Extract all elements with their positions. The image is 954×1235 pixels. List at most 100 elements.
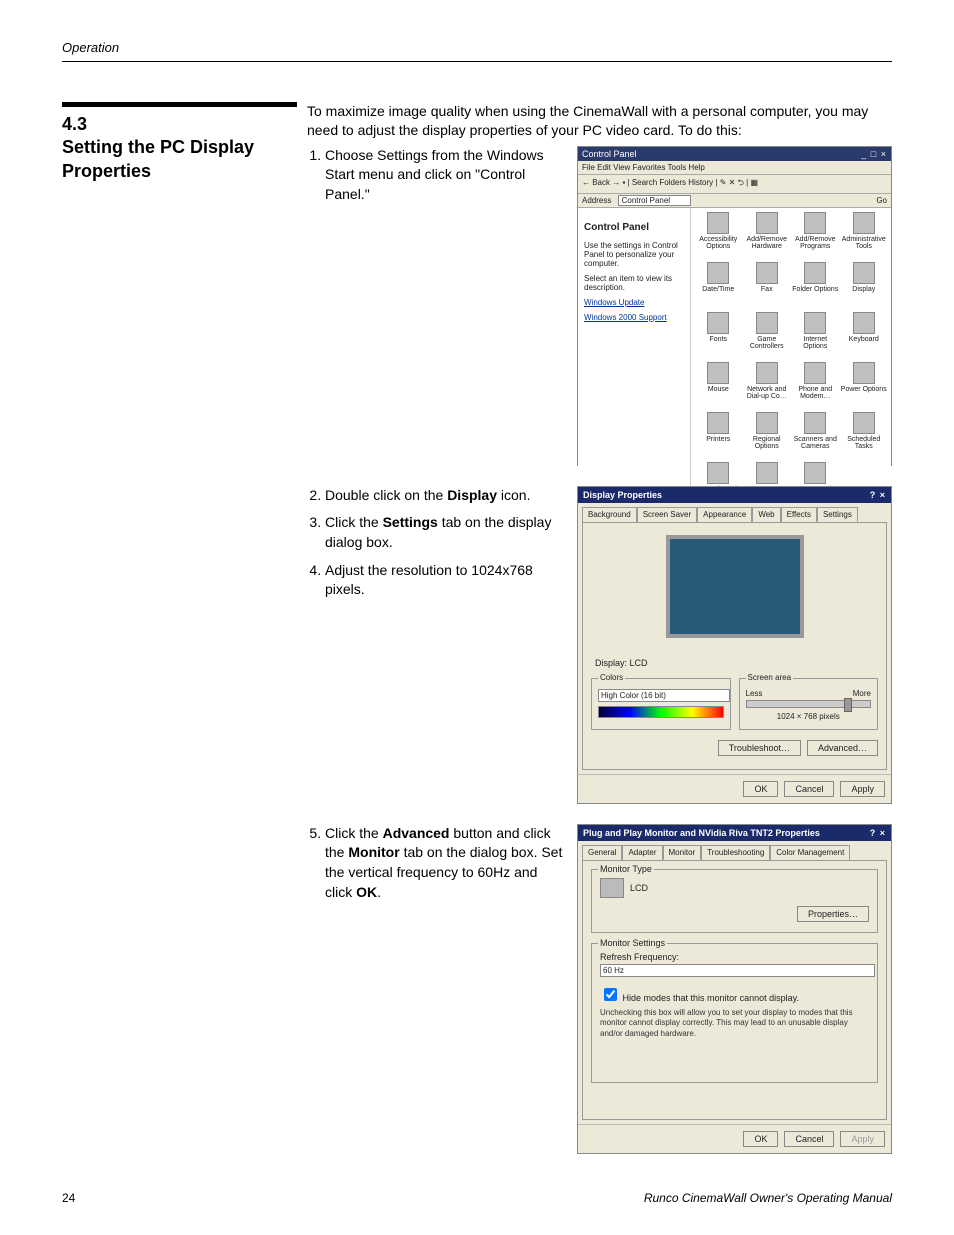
cp-icon-game[interactable]: Game Controllers: [744, 312, 791, 360]
cp-icon-keyboard[interactable]: Keyboard: [841, 312, 888, 360]
slider-more-label: More: [853, 689, 871, 698]
cp-address-label: Address: [582, 196, 611, 205]
step-3: Click the Settings tab on the display di…: [325, 513, 565, 552]
cp-icon-phone-modem[interactable]: Phone and Modem…: [792, 362, 839, 410]
cp-side-desc: Use the settings in Control Panel to per…: [584, 241, 684, 268]
mp-window-controls[interactable]: ? ×: [870, 828, 886, 838]
cp-icon-label: Fax: [744, 286, 791, 293]
cp-menubar[interactable]: File Edit View Favorites Tools Help: [578, 161, 891, 175]
cancel-button[interactable]: Cancel: [784, 781, 834, 797]
cp-icon-label: Add/Remove Hardware: [744, 236, 791, 250]
cancel-button[interactable]: Cancel: [784, 1131, 834, 1147]
cp-icon-label: Scheduled Tasks: [841, 436, 888, 450]
cp-icon-grid: Accessibility Options Add/Remove Hardwar…: [691, 208, 891, 514]
cp-icon-network[interactable]: Network and Dial-up Co…: [744, 362, 791, 410]
hide-modes-checkbox[interactable]: [604, 988, 617, 1001]
cp-icon-display[interactable]: Display: [841, 262, 888, 310]
cp-icon-label: Mouse: [695, 386, 742, 393]
monitor-settings-label: Monitor Settings: [598, 938, 667, 948]
tab-background[interactable]: Background: [582, 507, 637, 522]
footer-manual-title: Runco CinemaWall Owner's Operating Manua…: [644, 1191, 892, 1205]
resolution-slider[interactable]: [746, 700, 872, 708]
monitor-icon: [600, 878, 624, 898]
cp-icon-label: Power Options: [841, 386, 888, 393]
cp-icon-folder-options[interactable]: Folder Options: [792, 262, 839, 310]
cp-icon-mouse[interactable]: Mouse: [695, 362, 742, 410]
display-properties-screenshot: Display Properties ? × Background Screen…: [577, 486, 892, 804]
cp-icon-label: Display: [841, 286, 888, 293]
top-rule: [62, 61, 892, 62]
section-rule: [62, 102, 297, 107]
section-heading: 4.3 Setting the PC Display Properties: [62, 113, 297, 183]
tab-troubleshooting[interactable]: Troubleshooting: [701, 845, 770, 860]
cp-icon-label: Date/Time: [695, 286, 742, 293]
cp-link-windows-update[interactable]: Windows Update: [584, 298, 684, 307]
cp-icon-datetime[interactable]: Date/Time: [695, 262, 742, 310]
mp-title: Plug and Play Monitor and NVidia Riva TN…: [583, 828, 820, 838]
apply-button[interactable]: Apply: [840, 781, 885, 797]
tab-settings[interactable]: Settings: [817, 507, 858, 522]
tab-web[interactable]: Web: [752, 507, 780, 522]
cp-icon-admin-tools[interactable]: Administrative Tools: [841, 212, 888, 260]
dp-tab-strip: Background Screen Saver Appearance Web E…: [578, 503, 891, 522]
dp-window-controls[interactable]: ? ×: [870, 490, 886, 500]
color-depth-select[interactable]: High Color (16 bit): [598, 689, 730, 702]
cp-icon-label: Add/Remove Programs: [792, 236, 839, 250]
cp-icon-addremove-hw[interactable]: Add/Remove Hardware: [744, 212, 791, 260]
cp-icon-label: Regional Options: [744, 436, 791, 450]
refresh-select[interactable]: 60 Hz: [600, 964, 875, 977]
tab-monitor[interactable]: Monitor: [663, 845, 702, 860]
page-number: 24: [62, 1191, 75, 1205]
apply-button-disabled: Apply: [840, 1131, 885, 1147]
tab-screensaver[interactable]: Screen Saver: [637, 507, 697, 522]
colors-group-label: Colors: [598, 673, 625, 682]
cp-icon-scanners[interactable]: Scanners and Cameras: [792, 412, 839, 460]
cp-icon-printers[interactable]: Printers: [695, 412, 742, 460]
cp-icon-regional[interactable]: Regional Options: [744, 412, 791, 460]
cp-link-support[interactable]: Windows 2000 Support: [584, 313, 684, 322]
cp-icon-label: Fonts: [695, 336, 742, 343]
cp-address-bar[interactable]: Address Control Panel Go: [578, 194, 891, 208]
cp-icon-label: Printers: [695, 436, 742, 443]
ok-button[interactable]: OK: [743, 781, 778, 797]
cp-title: Control Panel: [582, 149, 637, 159]
dp-display-value: LCD: [630, 658, 648, 668]
cp-toolbar[interactable]: ← Back → ▪ | Search Folders History | ✎ …: [578, 175, 891, 194]
dp-title: Display Properties: [583, 490, 662, 500]
step-2: Double click on the Display icon.: [325, 486, 565, 506]
cp-go-button[interactable]: Go: [876, 196, 887, 205]
refresh-label: Refresh Frequency:: [600, 952, 869, 962]
slider-less-label: Less: [746, 689, 763, 698]
cp-icon-internet[interactable]: Internet Options: [792, 312, 839, 360]
cp-icon-fax[interactable]: Fax: [744, 262, 791, 310]
cp-icon-fonts[interactable]: Fonts: [695, 312, 742, 360]
control-panel-screenshot: Control Panel _ □ × File Edit View Favor…: [577, 146, 892, 466]
section-title-text: Setting the PC Display Properties: [62, 137, 254, 180]
tab-color-management[interactable]: Color Management: [770, 845, 850, 860]
monitor-type-value: LCD: [630, 883, 648, 893]
tab-effects[interactable]: Effects: [781, 507, 817, 522]
cp-side-title: Control Panel: [584, 222, 684, 233]
monitor-type-label: Monitor Type: [598, 864, 654, 874]
cp-window-controls[interactable]: _ □ ×: [861, 149, 887, 159]
cp-icon-label: Folder Options: [792, 286, 839, 293]
tab-general[interactable]: General: [582, 845, 622, 860]
cp-icon-label: Keyboard: [841, 336, 888, 343]
properties-button[interactable]: Properties…: [797, 906, 869, 922]
advanced-button[interactable]: Advanced…: [807, 740, 878, 756]
cp-icon-label: Network and Dial-up Co…: [744, 386, 791, 400]
cp-icon-addremove-prog[interactable]: Add/Remove Programs: [792, 212, 839, 260]
tab-appearance[interactable]: Appearance: [697, 507, 752, 522]
cp-address-field[interactable]: Control Panel: [618, 195, 691, 206]
intro-text: To maximize image quality when using the…: [307, 102, 892, 140]
cp-icon-power[interactable]: Power Options: [841, 362, 888, 410]
step-5: Click the Advanced button and click the …: [325, 824, 565, 902]
screen-area-group-label: Screen area: [746, 673, 794, 682]
section-number: 4.3: [62, 114, 87, 134]
cp-icon-accessibility[interactable]: Accessibility Options: [695, 212, 742, 260]
ok-button[interactable]: OK: [743, 1131, 778, 1147]
tab-adapter[interactable]: Adapter: [622, 845, 662, 860]
cp-icon-scheduled[interactable]: Scheduled Tasks: [841, 412, 888, 460]
monitor-properties-screenshot: Plug and Play Monitor and NVidia Riva TN…: [577, 824, 892, 1154]
troubleshoot-button[interactable]: Troubleshoot…: [718, 740, 801, 756]
